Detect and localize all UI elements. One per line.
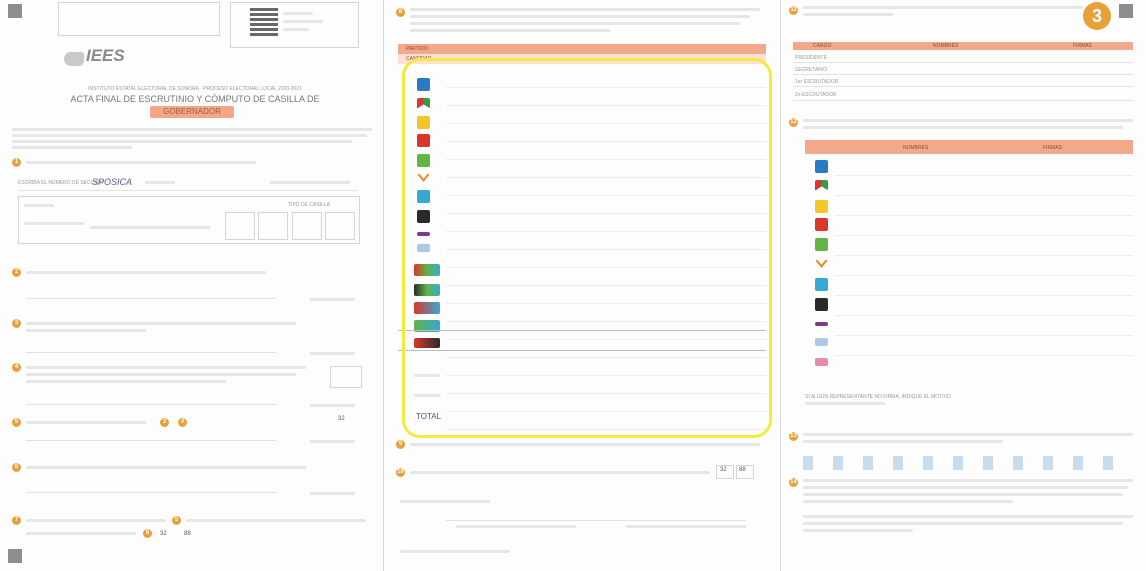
seccion-value: SPOSICA	[92, 177, 133, 187]
step-7-value-b: 88	[184, 531, 191, 537]
registration-mark-right	[1119, 4, 1133, 18]
col-cargo-header: CARGO	[813, 43, 832, 49]
ref-2-marker: 2	[160, 418, 169, 427]
pvem-logo-icon	[815, 238, 828, 251]
mc-logo-icon	[815, 260, 828, 268]
seccion-label: ESCRIBA EL NÚMERO DE SECCIÓN	[18, 180, 104, 186]
step-12-marker: 12	[789, 118, 798, 127]
fxm-logo-icon	[815, 358, 828, 366]
pes-logo-icon	[815, 322, 828, 326]
step-5-marker: 5	[12, 418, 21, 427]
step-8-marker: 8	[396, 8, 405, 17]
hand-logo-icon	[64, 52, 84, 66]
qr-code-icon	[250, 8, 278, 36]
registration-mark-bottom	[8, 549, 22, 563]
verification-highlight	[402, 58, 772, 438]
document-subtitle-badge: GOBERNADOR	[150, 106, 234, 118]
step-2-marker: 2	[12, 268, 21, 277]
page-1: IEES INSTITUTO ESTATAL ELECTORAL DE SONO…	[0, 0, 381, 571]
casilla-checkbox-d[interactable]	[325, 212, 355, 240]
step-10-value-a: 32	[720, 467, 727, 473]
logo-text: IEES	[86, 46, 125, 65]
col-partido-header: PARTIDO	[406, 46, 428, 52]
rsp-logo-icon	[815, 338, 828, 346]
document-subtitle: GOBERNADOR	[163, 107, 221, 116]
col-firmas-header: FIRMAS	[1073, 43, 1092, 49]
pri-logo-icon	[815, 180, 828, 193]
prd-logo-icon	[815, 200, 828, 213]
morena-logo-icon	[815, 298, 828, 311]
page-badge: 3	[1083, 2, 1111, 30]
panal-logo-icon	[815, 278, 828, 291]
col-nombres-header: NOMBRES	[933, 43, 959, 49]
tipo-casilla-label: TIPO DE CASILLA	[288, 202, 330, 208]
step-6-marker: 6	[12, 463, 21, 472]
iees-logo: IEES	[64, 46, 144, 68]
step-13-marker: 13	[789, 432, 798, 441]
step-7-marker: 7	[12, 516, 21, 525]
col-firmas-rep-header: FIRMAS	[1043, 145, 1062, 151]
page-3: 11 3 CARGO NOMBRES FIRMAS PRESIDENTE SEC…	[783, 0, 1146, 571]
step-4-marker: 4	[12, 363, 21, 372]
cargo-row-1: PRESIDENTE	[795, 55, 827, 61]
document-title: ACTA FINAL DE ESCRUTINIO Y CÓMPUTO DE CA…	[70, 94, 320, 104]
incident-party-row	[803, 456, 1133, 470]
step-7-value-a: 32	[160, 531, 167, 537]
page-2: 8 PARTIDO CANTIDAD TOTAL 9 10 32 88	[386, 0, 778, 571]
header-line: INSTITUTO ESTATAL ELECTORAL DE SONORA · …	[88, 86, 302, 92]
step-11-marker: 11	[789, 6, 798, 15]
col-nombres-rep-header: NOMBRES	[903, 145, 929, 151]
cargo-row-3: 1er ESCRUTADOR	[795, 79, 839, 85]
ref-6-marker: 6	[143, 529, 152, 538]
page-badge-number: 3	[1091, 6, 1102, 26]
step-9-marker: 9	[396, 440, 405, 449]
casilla-checkbox-b[interactable]	[258, 212, 288, 240]
step-1-marker: 1	[12, 158, 21, 167]
pan-logo-icon	[815, 160, 828, 173]
casilla-checkbox-a[interactable]	[225, 212, 255, 240]
step-10-value-b: 88	[739, 467, 746, 473]
ref-4-marker: 4	[178, 418, 187, 427]
pt-logo-icon	[815, 218, 828, 231]
registration-mark	[8, 4, 22, 18]
step-3-marker: 3	[12, 319, 21, 328]
cargo-row-2: SECRETARIO	[795, 67, 828, 73]
reps-table-header	[805, 140, 1133, 154]
step-5-value: 32	[338, 416, 345, 422]
step-10-marker: 10	[396, 468, 405, 477]
header-id-box	[58, 2, 220, 36]
ref-5-marker: 5	[172, 516, 181, 525]
casilla-checkbox-c[interactable]	[292, 212, 322, 240]
step-14-marker: 14	[789, 478, 798, 487]
no-sign-note: SI ALGÚN REPRESENTANTE NO FIRMA, INDIQUE…	[805, 394, 951, 400]
cargo-row-4: 2o ESCRUTADOR	[795, 92, 837, 98]
reps-grid	[835, 156, 1133, 374]
step-4-box[interactable]	[330, 366, 362, 388]
votes-table-header	[398, 44, 766, 54]
reps-party-column	[813, 160, 833, 370]
